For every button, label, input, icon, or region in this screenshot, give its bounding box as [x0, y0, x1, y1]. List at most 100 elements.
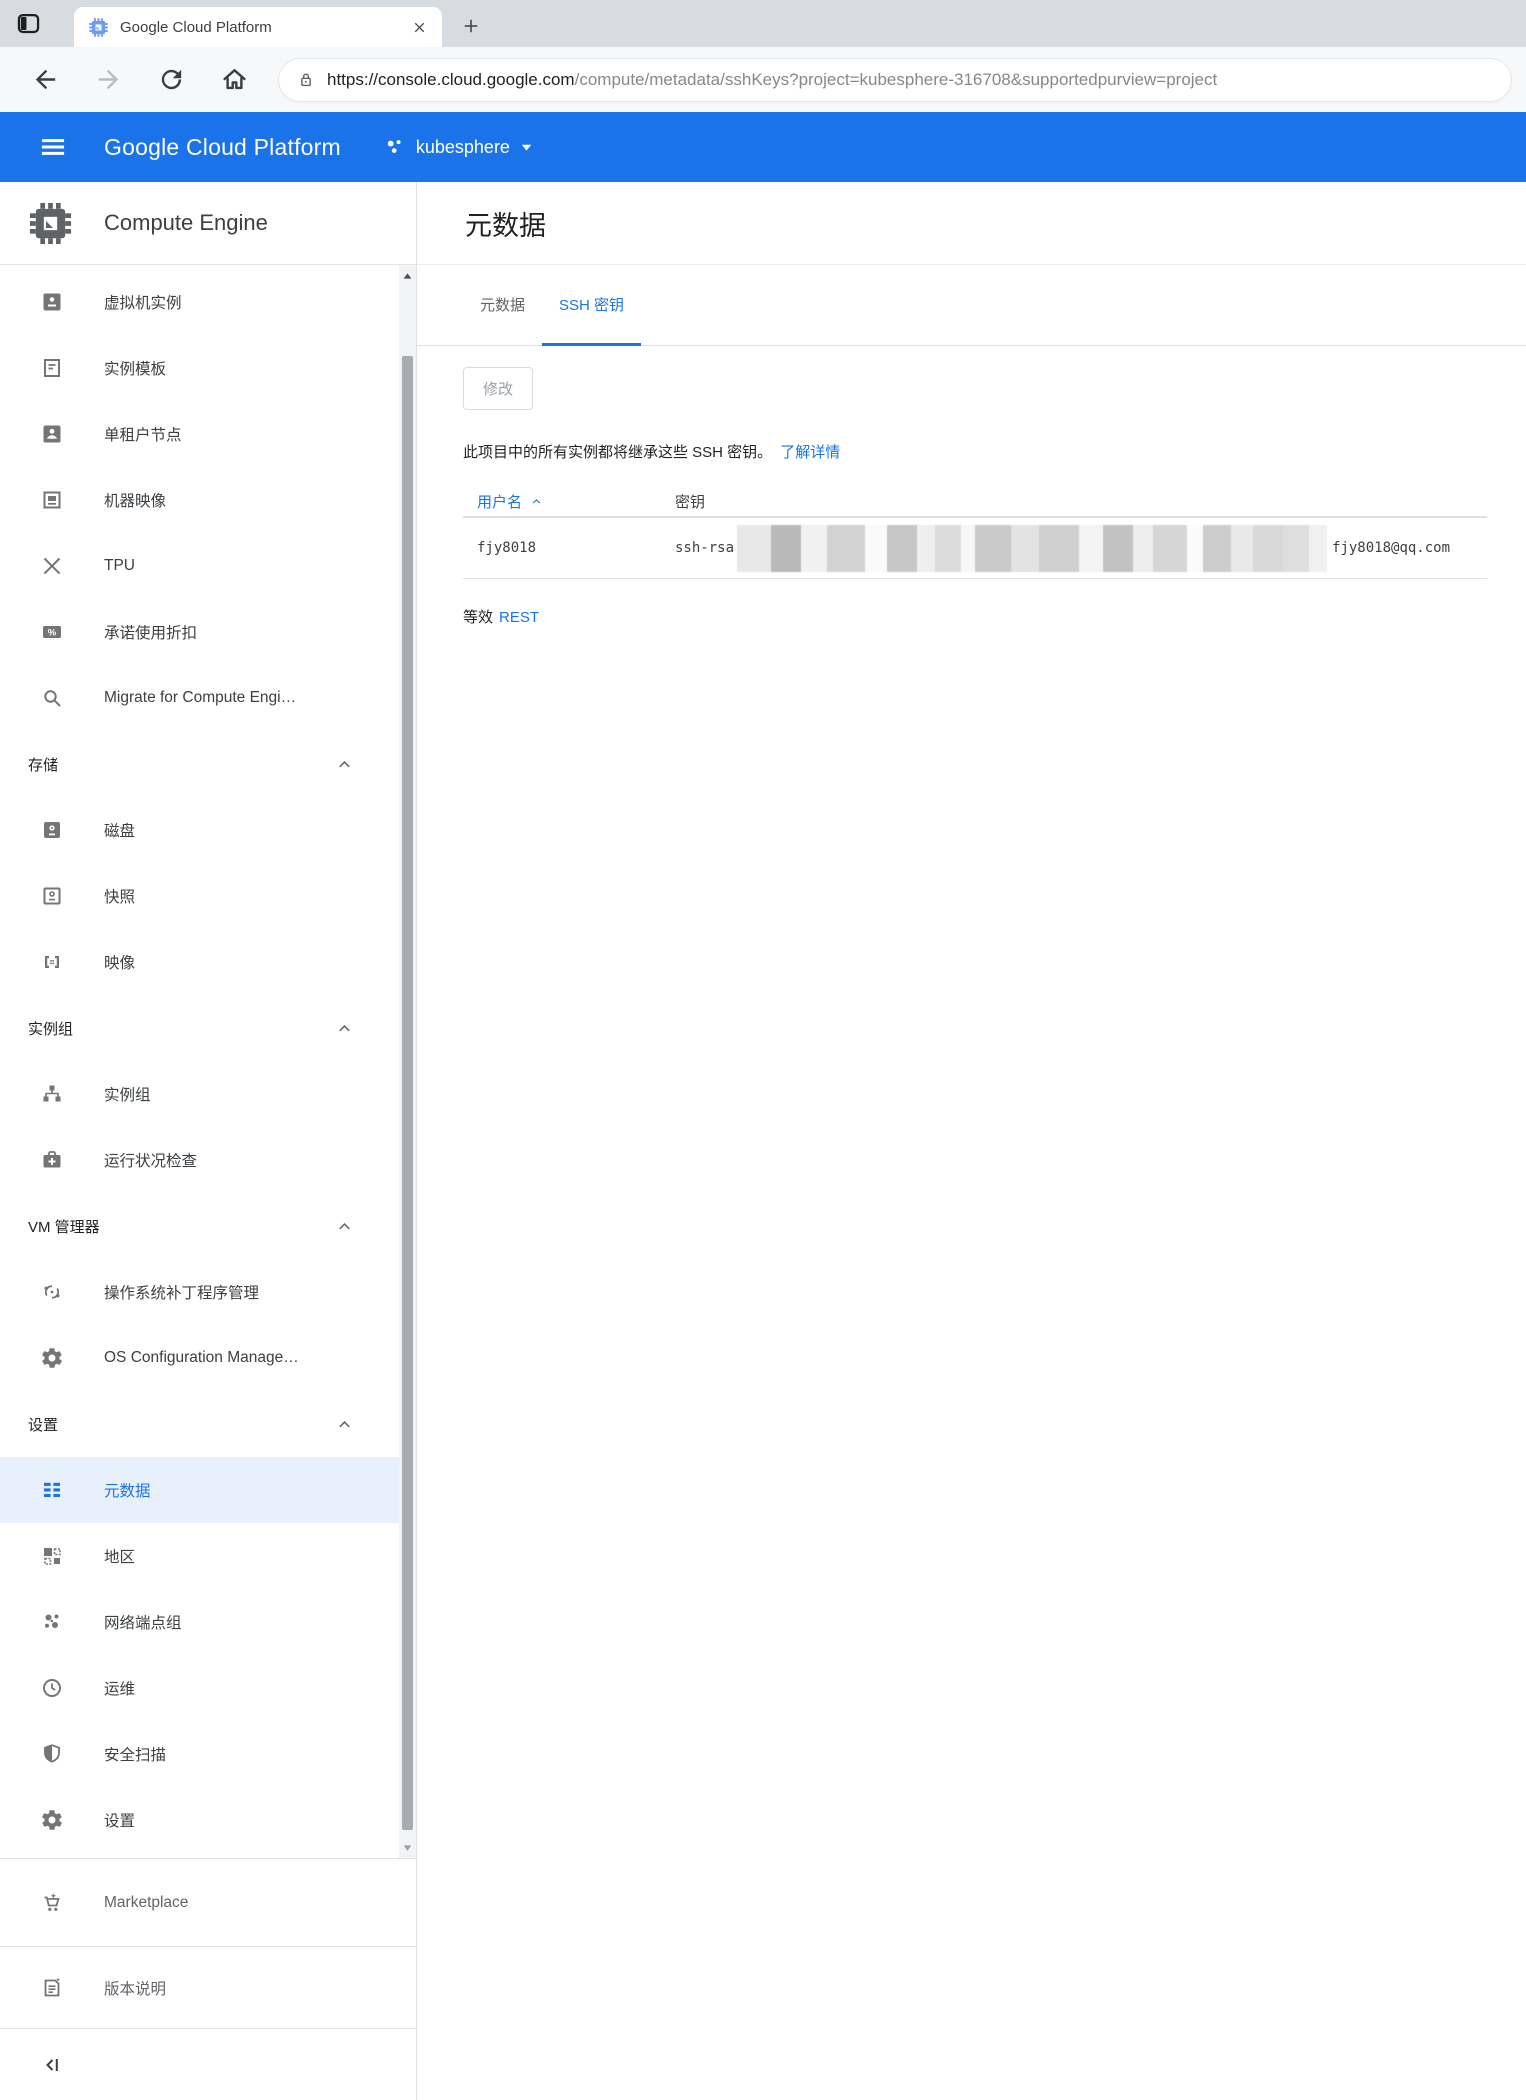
gcp-favicon-chip-icon [88, 17, 109, 38]
lock-icon[interactable] [296, 70, 316, 90]
tab-ssh-keys[interactable]: SSH 密钥 [542, 265, 641, 346]
close-icon[interactable] [411, 19, 428, 36]
gcp-header: Google Cloud Platform kubesphere [0, 112, 1526, 182]
sidebar-item[interactable]: 网络端点组 [0, 1589, 400, 1655]
project-selector[interactable]: kubesphere [385, 137, 534, 158]
learn-more-link[interactable]: 了解详情 [780, 444, 840, 461]
sidebar-item[interactable]: 虚拟机实例 [0, 269, 400, 335]
sidebar-item[interactable]: 单租户节点 [0, 401, 400, 467]
edit-button[interactable]: 修改 [463, 367, 533, 410]
home-icon[interactable] [220, 65, 249, 94]
sidebar-item[interactable]: 地区 [0, 1523, 400, 1589]
sidebar-item-label: 运维 [104, 1677, 135, 1699]
sidebar-nav: 虚拟机实例实例模板单租户节点机器映像 TPU %承诺使用折扣Migrate for … [0, 265, 416, 1858]
ssh-keys-table: 用户名 密钥 fjy8018 ssh-rsa fjy8018@qq.com [463, 487, 1487, 579]
rest-link[interactable]: REST [499, 609, 539, 626]
sidebar-item[interactable]: 实例模板 [0, 335, 400, 401]
browser-tab[interactable]: Google Cloud Platform [74, 7, 442, 47]
sidebar-item-label: OS Configuration Manage… [104, 1349, 299, 1367]
sidebar-item[interactable]: OS Configuration Manage… [0, 1325, 400, 1391]
sidebar-item[interactable]: 实例组 [0, 1061, 400, 1127]
image-icon [40, 950, 64, 974]
sole-tenant-icon [40, 422, 64, 446]
sidebar-item[interactable]: %承诺使用折扣 [0, 599, 400, 665]
release-notes-icon [40, 1976, 64, 2000]
tab-title: Google Cloud Platform [120, 19, 411, 36]
project-name: kubesphere [416, 137, 510, 158]
back-icon[interactable] [31, 65, 60, 94]
sidebar-item-label: TPU [104, 557, 135, 575]
tpu-icon [40, 554, 64, 578]
product-title: Compute Engine [104, 210, 268, 236]
sidebar-item-release-notes[interactable]: 版本说明 [0, 1946, 416, 2028]
sidebar-item[interactable]: 元数据 [0, 1457, 400, 1523]
browser-toolbar: https://console.cloud.google.com/compute… [0, 47, 1526, 112]
sidebar-item[interactable]: TPU [0, 533, 400, 599]
sidebar-item[interactable]: Migrate for Compute Engi… [0, 665, 400, 731]
sidebar-section[interactable]: 设置 [0, 1391, 400, 1457]
column-key[interactable]: 密钥 [675, 491, 705, 512]
metadata-tabs: 元数据 SSH 密钥 [417, 265, 1526, 346]
sidebar-item[interactable]: 快照 [0, 863, 400, 929]
sidebar-item-label: 快照 [104, 885, 135, 907]
sidebar-item-label: 操作系统补丁程序管理 [104, 1281, 259, 1303]
sort-ascending-icon [530, 495, 543, 508]
sidebar-section[interactable]: 存储 [0, 731, 400, 797]
sidebar-item-marketplace[interactable]: Marketplace [0, 1858, 416, 1946]
instance-template-icon [40, 356, 64, 380]
refresh-icon[interactable] [157, 65, 186, 94]
sidebar-item-label: 实例组 [104, 1083, 151, 1105]
sidebar: Compute Engine 虚拟机实例实例模板单租户节点机器映像 TPU %承诺使… [0, 182, 417, 2100]
disk-icon [40, 818, 64, 842]
sidebar-collapse[interactable] [0, 2028, 416, 2100]
sidebar-item[interactable]: 机器映像 [0, 467, 400, 533]
sidebar-item-label: 运行状况检查 [104, 1149, 197, 1171]
sidebar-item-label: 网络端点组 [104, 1611, 182, 1633]
os-config-icon [40, 1346, 64, 1370]
instance-group-icon [40, 1082, 64, 1106]
tab-actions-icon[interactable] [15, 10, 42, 37]
key-comment: fjy8018@qq.com [1332, 540, 1450, 556]
sidebar-item-label: 实例模板 [104, 357, 166, 379]
sidebar-section[interactable]: VM 管理器 [0, 1193, 400, 1259]
marketplace-icon [40, 1891, 64, 1915]
os-patch-icon [40, 1280, 64, 1304]
column-username[interactable]: 用户名 [463, 491, 675, 512]
sidebar-item[interactable]: 设置 [0, 1787, 400, 1853]
sidebar-item[interactable]: 映像 [0, 929, 400, 995]
search-icon [40, 686, 64, 710]
menu-icon[interactable] [39, 133, 67, 161]
address-bar[interactable]: https://console.cloud.google.com/compute… [278, 58, 1512, 102]
scrollbar-thumb[interactable] [402, 356, 413, 1830]
sidebar-section[interactable]: 实例组 [0, 995, 400, 1061]
sidebar-item-label: 承诺使用折扣 [104, 621, 197, 643]
sidebar-product-header: Compute Engine [0, 182, 416, 265]
sidebar-item[interactable]: 磁盘 [0, 797, 400, 863]
sidebar-scrollbar[interactable] [399, 265, 416, 1858]
sidebar-item[interactable]: 操作系统补丁程序管理 [0, 1259, 400, 1325]
sidebar-item[interactable]: 安全扫描 [0, 1721, 400, 1787]
sidebar-item[interactable]: 运维 [0, 1655, 400, 1721]
chevron-up-icon [335, 1019, 354, 1038]
sidebar-section-label: 设置 [28, 1414, 58, 1435]
table-row[interactable]: fjy8018 ssh-rsa fjy8018@qq.com [463, 518, 1487, 579]
snapshot-icon [40, 884, 64, 908]
new-tab-icon[interactable] [461, 16, 481, 36]
vm-instance-icon [40, 290, 64, 314]
ssh-keys-panel: 修改 此项目中的所有实例都将继承这些 SSH 密钥。了解详情 用户名 密钥 fj… [417, 346, 1526, 627]
url-path: /compute/metadata/sshKeys?project=kubesp… [575, 70, 1218, 89]
key-cell: ssh-rsa fjy8018@qq.com [675, 525, 1487, 572]
forward-icon[interactable] [94, 65, 123, 94]
ssh-description: 此项目中的所有实例都将继承这些 SSH 密钥。了解详情 [463, 441, 1487, 462]
zones-icon [40, 1544, 64, 1568]
url-domain: https://console.cloud.google.com [327, 70, 575, 89]
gcp-brand[interactable]: Google Cloud Platform [104, 134, 341, 161]
sidebar-section-label: 存储 [28, 754, 58, 775]
tab-metadata[interactable]: 元数据 [463, 265, 542, 346]
scroll-up-icon[interactable] [399, 268, 416, 285]
scroll-down-icon[interactable] [399, 1839, 416, 1856]
description-text: 此项目中的所有实例都将继承这些 SSH 密钥。 [463, 444, 772, 461]
sidebar-item[interactable]: 运行状况检查 [0, 1127, 400, 1193]
equivalent-rest: 等效REST [463, 606, 1487, 627]
project-icon [385, 137, 406, 158]
